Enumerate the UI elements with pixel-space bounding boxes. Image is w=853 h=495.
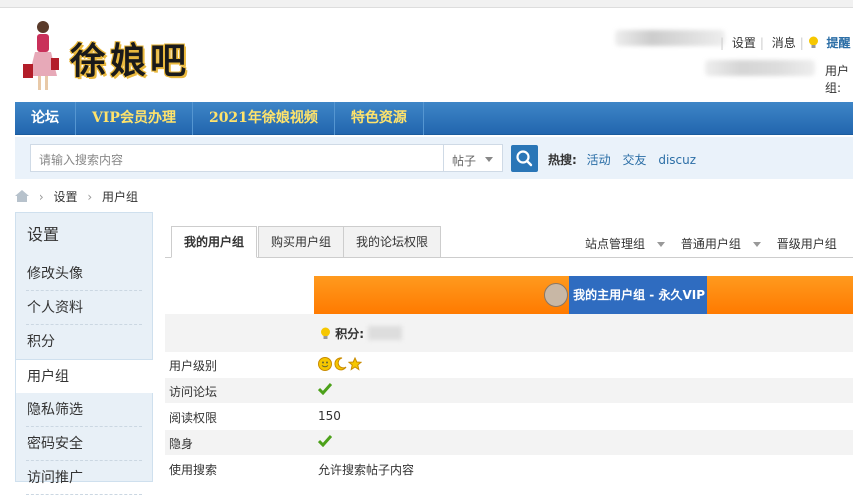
sidebar-item-promotion[interactable]: 访问推广 [26, 461, 142, 495]
chevron-right-icon: › [87, 190, 93, 204]
row-label: 使用搜索 [169, 463, 218, 477]
remind-link[interactable]: 提醒 [822, 36, 853, 50]
avatar [544, 283, 568, 307]
sidebar-item-credits[interactable]: 积分 [26, 325, 142, 359]
hot-searches: 热搜: 活动 交友 discuz [548, 151, 704, 168]
sidebar-item-avatar[interactable]: 修改头像 [26, 257, 142, 291]
search-icon [516, 150, 533, 167]
tab-forum-permissions[interactable]: 我的论坛权限 [343, 226, 442, 258]
row-value: 150 [318, 409, 341, 423]
redacted-info [705, 60, 815, 76]
tab-buy-usergroup[interactable]: 购买用户组 [258, 226, 345, 258]
usergroup-tabs: 我的用户组 购买用户组 我的论坛权限 站点管理组 普通用户组 晋级用户组 [165, 226, 853, 258]
level-icons [314, 352, 853, 377]
sidebar-title: 设置 [27, 225, 60, 244]
site-logo[interactable]: 徐娘吧 [70, 32, 190, 84]
filter-promotion-group[interactable]: 晋级用户组 [777, 237, 837, 251]
sidebar-item-profile[interactable]: 个人资料 [26, 291, 142, 325]
logo-figure-icon [23, 21, 59, 90]
breadcrumb-item[interactable]: 设置 [53, 190, 77, 204]
table-row: 使用搜索 允许搜索帖子内容 [165, 456, 853, 482]
nav-item-resources[interactable]: 特色资源 [335, 102, 424, 135]
chevron-down-icon [485, 157, 493, 162]
bulb-icon [808, 36, 818, 48]
top-user-nav: | 设置 | 消息 | 提醒 [720, 34, 853, 51]
main-group-badge: 我的主用户组 - 永久VIP [569, 276, 707, 314]
table-row: 用户级别 [165, 352, 853, 378]
search-bar: 请输入搜索内容 帖子 热搜: 活动 交友 discuz [15, 137, 853, 179]
hot-item[interactable]: discuz [658, 153, 696, 167]
group-header-row: 我的主用户组 - 永久VIP [165, 276, 853, 314]
row-value [314, 378, 853, 403]
row-label: 用户级别 [169, 359, 218, 373]
sidebar-item-security[interactable]: 密码安全 [26, 427, 142, 461]
filter-admin-group[interactable]: 站点管理组 [585, 237, 645, 251]
messages-link[interactable]: 消息 [768, 36, 800, 50]
filter-normal-group[interactable]: 普通用户组 [681, 237, 741, 251]
redacted-username [615, 30, 725, 46]
star-icon [347, 356, 363, 371]
row-label: 阅读权限 [169, 411, 218, 425]
row-label: 访问论坛 [169, 385, 218, 399]
search-type-select[interactable]: 帖子 [443, 144, 503, 172]
usergroup-table: 我的主用户组 - 永久VIP 积分: 用户级别 访问论坛 阅读权限 150 隐身… [165, 276, 853, 482]
hot-label: 热搜: [548, 153, 577, 167]
hot-item[interactable]: 交友 [622, 153, 646, 167]
breadcrumb-item[interactable]: 用户组 [102, 190, 138, 204]
settings-sidebar: 设置 修改头像 个人资料 积分 用户组 隐私筛选 密码安全 访问推广 [15, 212, 153, 495]
bulb-icon [321, 327, 330, 339]
breadcrumb: › 设置 › 用户组 [15, 188, 138, 205]
usergroup-label: 用户组: [825, 64, 850, 95]
search-input[interactable]: 请输入搜索内容 [30, 144, 444, 172]
hot-item[interactable]: 活动 [587, 153, 611, 167]
row-value [314, 430, 853, 455]
home-icon[interactable] [15, 190, 29, 202]
main-nav: 论坛 VIP会员办理 2021年徐娘视频 特色资源 [15, 102, 853, 135]
settings-link[interactable]: 设置 [728, 36, 760, 50]
moon-icon [334, 357, 347, 371]
nav-item-forum[interactable]: 论坛 [15, 102, 76, 135]
chevron-right-icon: › [38, 190, 44, 204]
points-row: 积分: [165, 314, 853, 352]
row-label: 隐身 [169, 437, 194, 451]
search-type-label: 帖子 [452, 154, 477, 168]
tab-my-usergroup[interactable]: 我的用户组 [171, 226, 258, 258]
redacted-points [368, 326, 402, 340]
table-row: 阅读权限 150 [165, 404, 853, 430]
sidebar-item-usergroup[interactable]: 用户组 [16, 359, 153, 393]
caret-down-icon [657, 241, 666, 247]
smiley-icon [318, 357, 332, 371]
group-filters: 站点管理组 普通用户组 晋级用户组 [585, 235, 847, 252]
checkmark-icon [318, 435, 332, 447]
site-header: 徐娘吧 | 设置 | 消息 | 提醒 用户组: [15, 12, 853, 98]
points-display: 积分: [320, 325, 402, 342]
search-button[interactable] [511, 145, 538, 172]
row-value: 允许搜索帖子内容 [318, 463, 415, 477]
nav-item-video[interactable]: 2021年徐娘视频 [193, 102, 335, 135]
points-label: 积分: [335, 327, 364, 341]
caret-down-icon [752, 241, 761, 247]
sidebar-item-privacy[interactable]: 隐私筛选 [26, 393, 142, 427]
table-row: 访问论坛 [165, 378, 853, 404]
table-row: 隐身 [165, 430, 853, 456]
checkmark-icon [318, 383, 332, 395]
top-strip [0, 0, 853, 8]
nav-item-vip[interactable]: VIP会员办理 [76, 102, 193, 135]
